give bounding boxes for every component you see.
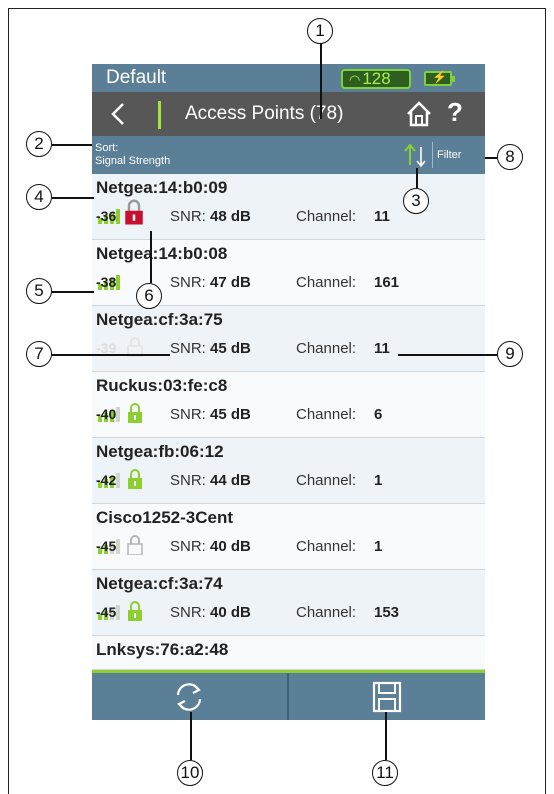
- ap-name: Lnksys:76:a2:48: [96, 640, 229, 659]
- channel-value: 11: [374, 208, 390, 225]
- leader-line: [52, 144, 92, 146]
- battery-icon: ⚡: [424, 70, 455, 86]
- channel-value: 161: [374, 274, 400, 291]
- snr-value: 48 dB: [210, 208, 251, 225]
- leader-line: [190, 712, 192, 760]
- list-item[interactable]: Netgea:cf:3a:75 -39 SNR: 45 dB Channel: …: [92, 306, 485, 372]
- snr-value: 47 dB: [210, 274, 251, 291]
- channel-value: 6: [374, 406, 383, 423]
- snr-label: SNR:: [170, 472, 206, 489]
- channel-label: Channel:: [296, 208, 357, 225]
- leader-line: [320, 44, 322, 119]
- lock-red-icon: [125, 199, 143, 225]
- wifi-status-badge[interactable]: ◠ 128: [341, 69, 411, 89]
- snr-label: SNR:: [170, 406, 206, 423]
- list-item[interactable]: Netgea:cf:3a:74 -45 SNR: 40 dB Channel: …: [92, 570, 485, 636]
- wifi-icon: ◠: [349, 72, 361, 87]
- rssi-value: -38: [96, 274, 117, 290]
- channel-value: 1: [374, 472, 383, 489]
- snr-label: SNR:: [170, 208, 206, 225]
- channel-label: Channel:: [296, 538, 357, 555]
- callout-8: 8: [497, 144, 523, 170]
- sort-bar: Sort: Signal Strength Filter: [92, 136, 485, 174]
- rssi-value: -40: [96, 406, 117, 422]
- callout-11: 11: [372, 760, 398, 786]
- leader-line: [52, 291, 94, 293]
- snr-value: 40 dB: [210, 604, 251, 621]
- channel-label: Channel:: [296, 406, 357, 423]
- ap-name: Netgea:cf:3a:74: [96, 574, 223, 593]
- sort-order-icon[interactable]: [402, 141, 430, 169]
- ap-name: Netgea:14:b0:08: [96, 244, 228, 263]
- header-bar: Access Points (78) ?: [92, 92, 485, 136]
- snr-label: SNR:: [170, 340, 206, 357]
- header-divider: [158, 101, 161, 129]
- list-item[interactable]: Cisco1252-3Cent -45 SNR: 40 dB Channel: …: [92, 504, 485, 570]
- snr-label: SNR:: [170, 538, 206, 555]
- callout-10: 10: [177, 760, 203, 786]
- rssi-value: -42: [96, 472, 117, 488]
- save-button[interactable]: [289, 673, 485, 720]
- callout-7: 7: [26, 341, 52, 367]
- leader-line: [416, 168, 418, 188]
- ap-name: Ruckus:03:fe:c8: [96, 376, 228, 395]
- lock-green-icon: [128, 403, 142, 423]
- leader-line: [52, 354, 170, 356]
- sort-value: Signal Strength: [95, 155, 171, 167]
- channel-label: Channel:: [296, 340, 357, 357]
- sort-button[interactable]: Sort: Signal Strength: [95, 142, 170, 168]
- back-button[interactable]: [106, 101, 132, 127]
- ap-name: Netgea:cf:3a:75: [96, 310, 223, 329]
- snr-value: 45 dB: [210, 340, 251, 357]
- filter-button[interactable]: Filter: [437, 149, 461, 161]
- callout-2: 2: [26, 131, 52, 157]
- home-button[interactable]: [405, 100, 433, 128]
- leader-line: [398, 354, 497, 356]
- callout-5: 5: [26, 278, 52, 304]
- sort-label: Sort:: [95, 142, 119, 154]
- profile-name: Default: [106, 67, 167, 88]
- sort-divider: [432, 142, 433, 168]
- refresh-icon: [176, 683, 202, 711]
- leader-line: [385, 712, 387, 760]
- channel-label: Channel:: [296, 472, 357, 489]
- help-button[interactable]: ?: [447, 97, 463, 128]
- ap-name: Cisco1252-3Cent: [96, 508, 234, 527]
- channel-value: 11: [374, 340, 390, 357]
- status-bar: Default ◠ 128 ⚡: [92, 64, 485, 92]
- callout-9: 9: [497, 341, 523, 367]
- leader-line: [150, 231, 152, 283]
- callout-3: 3: [403, 188, 429, 214]
- channel-label: Channel:: [296, 604, 357, 621]
- lock-green-icon: [128, 469, 142, 489]
- list-item[interactable]: Netgea:fb:06:12 -42 SNR: 44 dB Channel: …: [92, 438, 485, 504]
- channel-value: 1: [374, 538, 383, 555]
- callout-4: 4: [26, 184, 52, 210]
- snr-value: 44 dB: [210, 472, 251, 489]
- ap-name: Netgea:14:b0:09: [96, 178, 228, 197]
- list-item[interactable]: Lnksys:76:a2:48: [92, 636, 485, 670]
- channel-value: 153: [374, 604, 400, 621]
- lock-gray-icon: [127, 535, 143, 555]
- ap-name: Netgea:fb:06:12: [96, 442, 224, 461]
- lock-green-icon: [128, 601, 142, 621]
- leader-line: [485, 157, 497, 159]
- callout-1: 1: [307, 18, 333, 44]
- rssi-value: -45: [96, 604, 117, 620]
- snr-label: SNR:: [170, 604, 206, 621]
- snr-label: SNR:: [170, 274, 206, 291]
- save-icon: [372, 681, 402, 713]
- callout-6: 6: [136, 283, 162, 309]
- leader-line: [52, 197, 94, 199]
- bottom-toolbar: [92, 673, 485, 720]
- channel-label: Channel:: [296, 274, 357, 291]
- device-screen: Default ◠ 128 ⚡ Access Points (78) ? Sort…: [92, 64, 485, 720]
- snr-value: 45 dB: [210, 406, 251, 423]
- snr-value: 40 dB: [210, 538, 251, 555]
- list-item[interactable]: Ruckus:03:fe:c8 -40 SNR: 45 dB Channel: …: [92, 372, 485, 438]
- wifi-count: 128: [362, 69, 391, 88]
- rssi-value: -45: [96, 538, 117, 554]
- rssi-value: -36: [96, 208, 117, 224]
